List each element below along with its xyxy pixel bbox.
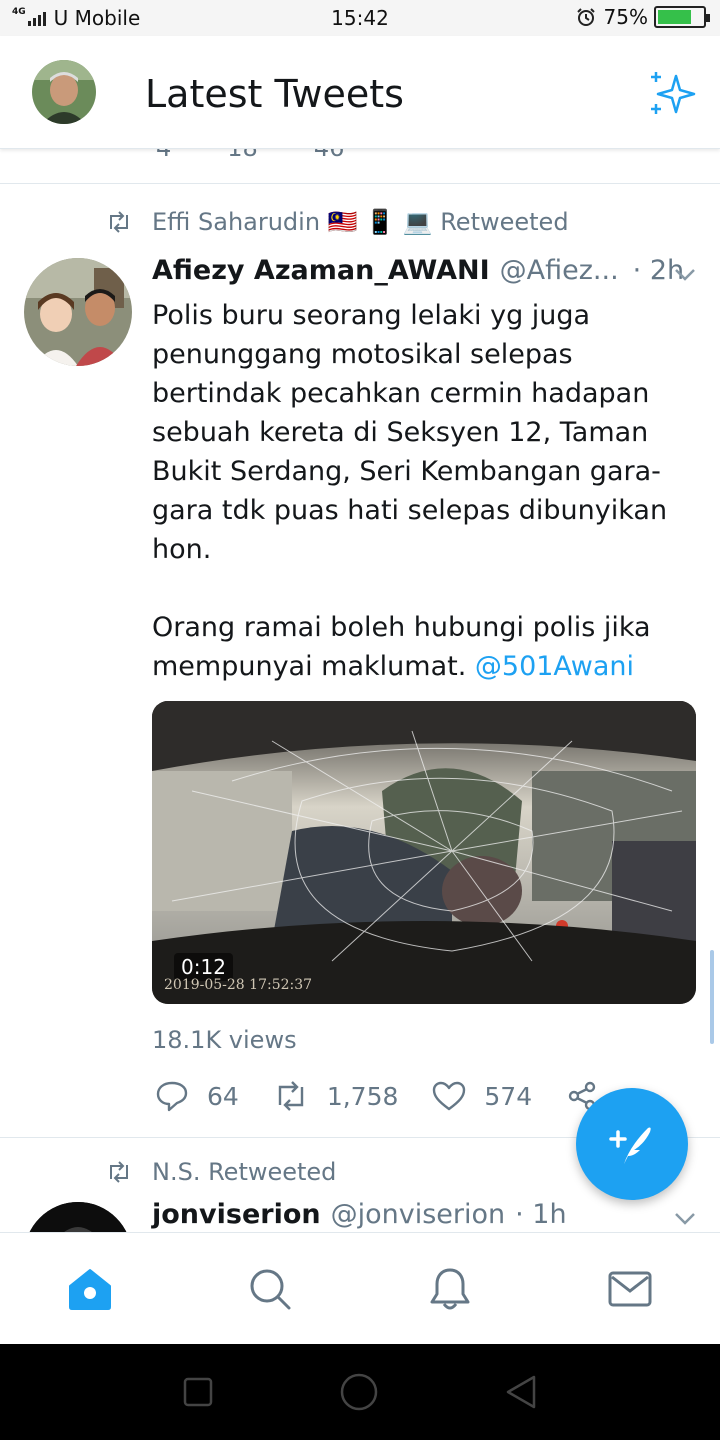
retweet-icon [110,1161,128,1183]
tweet-text: Polis buru seorang lelaki yg juga penung… [152,296,672,686]
home-icon [69,1268,111,1310]
compose-icon [609,1127,651,1164]
reply-count: 64 [207,1081,239,1111]
author-handle[interactable]: @Afiez... [500,255,619,286]
alarm-icon [576,8,595,26]
system-nav-bar [0,1344,720,1440]
tweet-mention[interactable]: @501Awani [475,651,634,682]
retweet-context: Effi Saharudin 🇲🇾 📱 💻 Retweeted [106,208,569,236]
battery-icon [654,6,710,28]
like-button[interactable]: 574 [432,1081,532,1111]
next-retweeted-by[interactable]: N.S. Retweeted [152,1158,336,1186]
view-count: 18.1K views [152,1026,297,1054]
tab-notifications[interactable] [420,1259,480,1319]
like-count: 574 [484,1081,533,1111]
tab-search[interactable] [240,1259,300,1319]
chevron-down-icon[interactable] [674,1212,696,1226]
heart-icon [433,1081,466,1111]
scrollbar[interactable] [710,950,714,1044]
reply-button[interactable]: 64 [155,1080,239,1112]
video-timestamp: 2019-05-28 17:52:37 [164,977,313,993]
next-retweet-context: N.S. Retweeted [106,1158,336,1186]
bottom-nav [0,1232,720,1344]
next-author-name[interactable]: jonviserion [152,1199,321,1230]
next-author-row[interactable]: jonviserion @jonviserion · 1h [152,1199,692,1230]
sparkle-icon[interactable] [648,68,698,118]
reply-icon [156,1081,188,1112]
mail-icon [608,1271,652,1306]
retweet-icon [110,211,128,233]
retweet-icon [278,1081,304,1111]
author-name[interactable]: Afiezy Azaman_AWANI [152,255,490,286]
chevron-down-icon[interactable] [674,268,696,282]
retweet-button[interactable]: 1,758 [273,1081,399,1111]
compose-button[interactable] [576,1088,688,1200]
tweet-author-row[interactable]: Afiezy Azaman_AWANI @Afiez... · 2h [152,255,692,286]
author-avatar[interactable] [24,258,132,366]
tab-messages[interactable] [600,1259,660,1319]
retweeted-by[interactable]: Effi Saharudin 🇲🇾 📱 💻 Retweeted [152,208,569,236]
battery-percent: 75% [603,5,648,29]
next-author-handle[interactable]: @jonviserion [331,1199,506,1230]
back-icon[interactable] [504,1374,538,1410]
next-tweet-time: · 1h [515,1199,567,1230]
search-icon [250,1269,291,1309]
profile-avatar[interactable] [32,60,96,124]
top-bar: Latest Tweets [0,36,720,149]
recent-apps-icon[interactable] [182,1376,214,1408]
home-system-icon[interactable] [339,1372,379,1412]
tweet-video[interactable]: 0:12 2019-05-28 17:52:37 [152,701,696,1004]
retweet-count: 1,758 [326,1081,399,1111]
bell-icon [430,1268,470,1309]
tweet-actions: 64 1,758 574 [155,1080,650,1112]
status-bar: 4G U Mobile 15:42 75% [0,0,720,36]
tab-home[interactable] [60,1259,120,1319]
page-title: Latest Tweets [145,72,404,116]
tweet-body: Polis buru seorang lelaki yg juga penung… [152,300,668,682]
